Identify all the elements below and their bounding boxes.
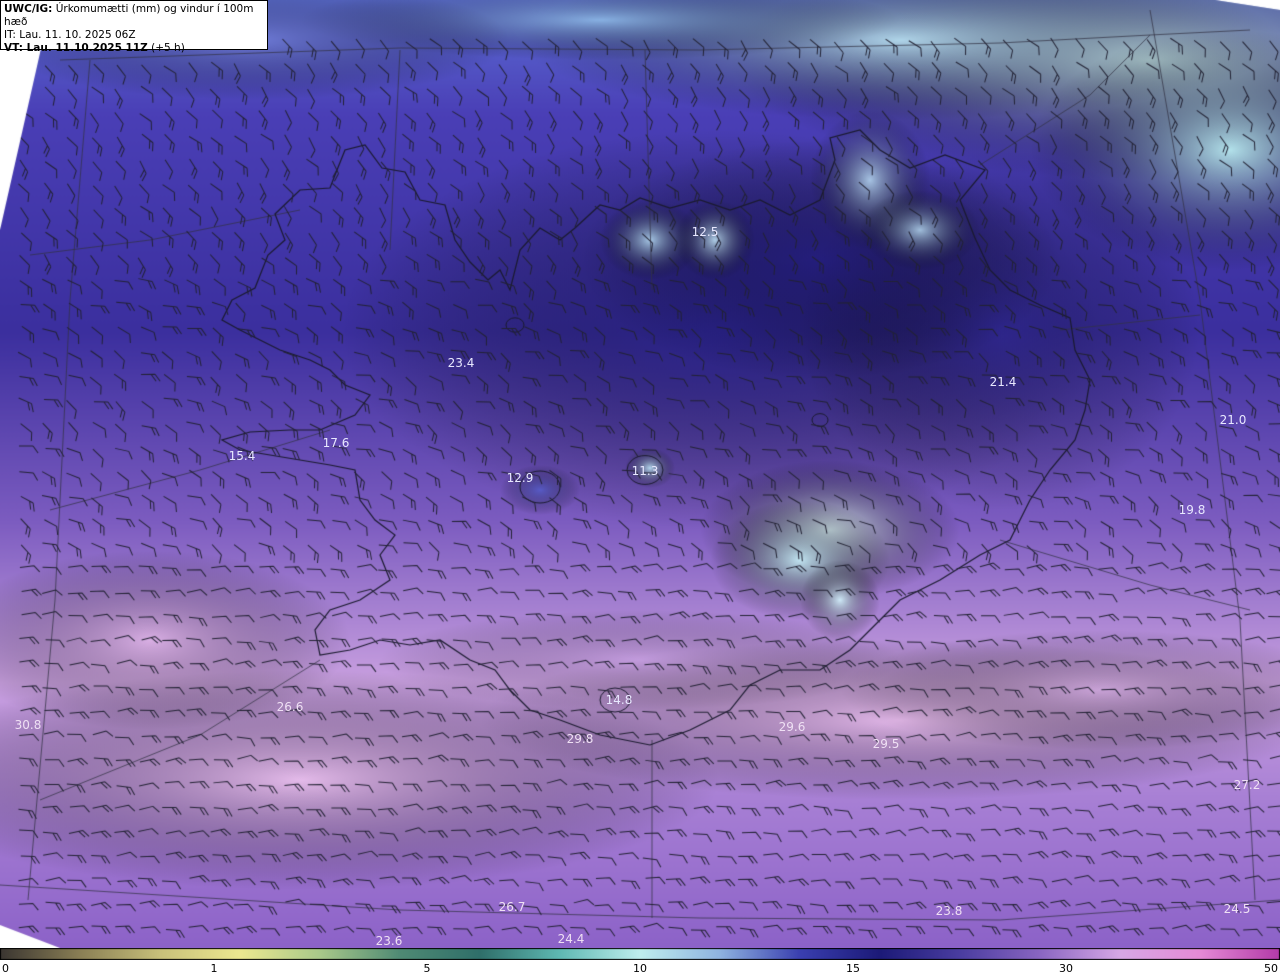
colorbar-tick: 15 xyxy=(846,962,860,975)
colorbar-tick: 50 xyxy=(1264,962,1278,975)
value-label: 21.0 xyxy=(1220,413,1247,427)
value-label: 21.4 xyxy=(990,375,1017,389)
colorbar-tick: 0 xyxy=(2,962,9,975)
colorbar-tick: 10 xyxy=(633,962,647,975)
value-label: 14.8 xyxy=(606,693,633,707)
value-label: 11.3 xyxy=(632,464,659,478)
value-label: 17.6 xyxy=(323,436,350,450)
value-label: 23.4 xyxy=(448,356,475,370)
value-label: 24.4 xyxy=(558,932,585,946)
value-label: 15.4 xyxy=(229,449,256,463)
value-label: 29.6 xyxy=(779,720,806,734)
colorbar-tick: 30 xyxy=(1059,962,1073,975)
value-label: 24.5 xyxy=(1224,902,1251,916)
value-label: 26.6 xyxy=(277,700,304,714)
value-label: 26.7 xyxy=(499,900,526,914)
value-label: 29.8 xyxy=(567,732,594,746)
colorbar-gradient xyxy=(0,948,1280,960)
value-label: 12.5 xyxy=(692,225,719,239)
value-label: 23.6 xyxy=(376,934,403,948)
value-label: 29.5 xyxy=(873,737,900,751)
colorbar-tick: 5 xyxy=(423,962,431,975)
colorbar-tick: 1 xyxy=(210,962,218,975)
value-labels-layer: 12.5 23.4 21.4 21.0 17.6 15.4 12.9 11.3 … xyxy=(15,225,1261,948)
value-label: 12.9 xyxy=(507,471,534,485)
value-label: 27.2 xyxy=(1234,778,1261,792)
value-label: 23.8 xyxy=(936,904,963,918)
value-label: 30.8 xyxy=(15,718,42,732)
colorbar: 0 1 5 10 15 30 50 xyxy=(0,948,1280,978)
value-label: 19.8 xyxy=(1179,503,1206,517)
